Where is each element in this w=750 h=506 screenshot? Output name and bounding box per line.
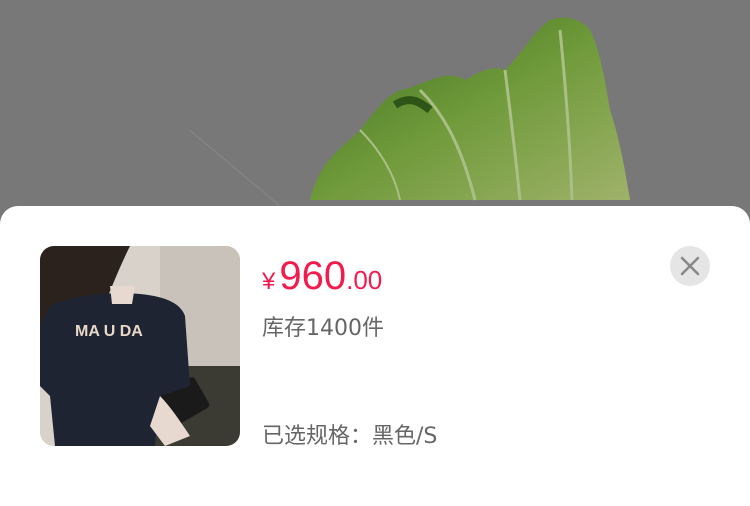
sku-selector-sheet: MA U DA ¥960.00 库存1400件 已选规格：黑色/S [0,206,750,506]
stock-label: 库存1400件 [262,316,384,341]
product-photo: MA U DA [40,246,240,446]
price-decimal: .00 [346,265,383,295]
product-image: MA U DA [40,246,240,446]
close-button[interactable] [670,246,710,286]
cabbage-image [310,17,630,201]
price: ¥960.00 [262,256,382,296]
close-icon [680,256,700,276]
price-integer: 960 [279,254,347,298]
shirt-print: MA U DA [75,323,143,340]
price-currency: ¥ [262,268,276,295]
selected-spec-label: 已选规格：黑色/S [262,424,438,449]
